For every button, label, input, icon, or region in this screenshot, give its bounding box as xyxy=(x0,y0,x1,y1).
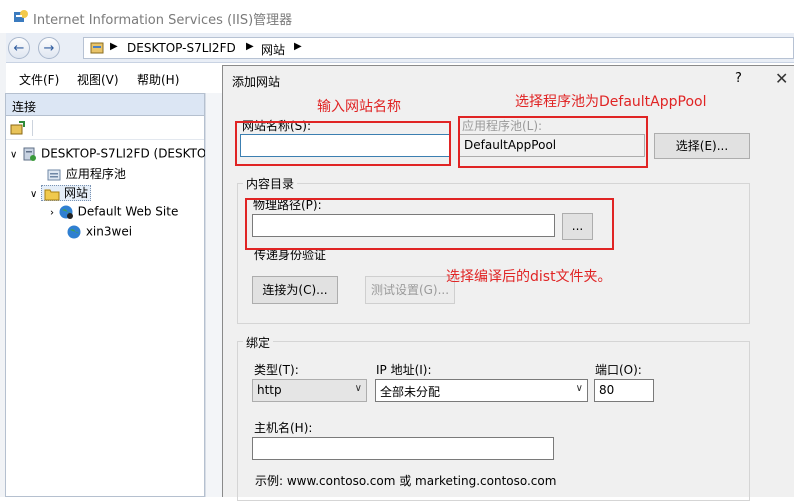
tree-node-default-web-site[interactable]: › Default Web Site xyxy=(50,204,178,220)
tree-label-app-pools: 应用程序池 xyxy=(65,167,126,181)
port-input[interactable]: 80 xyxy=(594,379,654,402)
host-name-input[interactable] xyxy=(252,437,554,460)
site-name-highlight-box xyxy=(235,121,451,166)
window-titlebar: Internet Information Services (IIS)管理器 xyxy=(0,0,794,33)
menu-bar: 文件(F) 视图(V) 帮助(H) xyxy=(0,66,224,90)
content-directory-label: 内容目录 xyxy=(243,175,298,192)
ip-address-dropdown[interactable]: 全部未分配 ∨ xyxy=(375,379,588,402)
ip-address-value: 全部未分配 xyxy=(380,385,441,399)
globe-icon xyxy=(59,205,73,219)
type-value: http xyxy=(257,383,282,397)
tree-label-default-web-site: Default Web Site xyxy=(77,204,179,219)
breadcrumb-sites[interactable]: 网站 xyxy=(261,41,285,58)
tree-node-xin3wei[interactable]: xin3wei xyxy=(66,224,132,240)
arrow-left-icon: ← xyxy=(13,40,25,56)
tree-node-server[interactable]: ∨ DESKTOP-S7LI2FD (DESKTO xyxy=(10,146,206,162)
server-icon xyxy=(23,147,37,161)
app-pool-annotation: 选择程序池为DefaultAppPool xyxy=(515,94,707,110)
breadcrumb-server[interactable]: DESKTOP-S7LI2FD xyxy=(127,41,236,55)
breadcrumb-separator-icon: ▶ xyxy=(294,41,302,52)
connect-as-button[interactable]: 连接为(C)... xyxy=(252,276,338,304)
ip-address-label: IP 地址(I): xyxy=(376,363,432,377)
site-name-annotation: 输入网站名称 xyxy=(317,99,401,115)
type-dropdown[interactable]: http ∨ xyxy=(252,379,367,402)
select-app-pool-button[interactable]: 选择(E)... xyxy=(654,133,750,159)
connections-panel: 连接 ∨ DESKTOP-S7LI2FD (DESKTO 应用程序池 ∨ 网站 … xyxy=(5,93,206,497)
dialog-title: 添加网站 xyxy=(232,75,281,89)
menu-file[interactable]: 文件(F) xyxy=(19,71,59,88)
server-icon xyxy=(90,42,104,54)
chevron-down-icon: ∨ xyxy=(575,383,583,394)
breadcrumb[interactable]: ▶ DESKTOP-S7LI2FD ▶ 网站 ▶ xyxy=(83,37,794,59)
menu-help[interactable]: 帮助(H) xyxy=(137,71,179,88)
expand-chevron-icon: ∨ xyxy=(10,149,18,161)
menu-view[interactable]: 视图(V) xyxy=(77,71,119,88)
tree-node-sites[interactable]: ∨ 网站 xyxy=(30,184,91,202)
forward-button[interactable]: → xyxy=(38,37,60,59)
collapsed-chevron-icon: › xyxy=(50,207,54,219)
help-button[interactable]: ? xyxy=(735,71,742,86)
globe-icon xyxy=(67,225,81,239)
tree-label-server: DESKTOP-S7LI2FD (DESKTO xyxy=(40,146,207,161)
tree-label-xin3wei: xin3wei xyxy=(85,224,133,239)
connections-toolbar xyxy=(6,116,204,140)
tree-selected-item: 网站 xyxy=(41,185,91,201)
app-pool-highlight-box xyxy=(458,116,648,168)
physical-path-annotation: 选择编译后的dist文件夹。 xyxy=(446,269,612,285)
connections-header: 连接 xyxy=(6,94,204,116)
host-name-example: 示例: www.contoso.com 或 marketing.contoso.… xyxy=(255,474,557,488)
close-button[interactable]: ✕ xyxy=(775,69,788,88)
expand-chevron-icon: ∨ xyxy=(30,189,38,200)
breadcrumb-separator-icon: ▶ xyxy=(246,41,254,52)
host-name-label: 主机名(H): xyxy=(254,421,313,435)
back-button[interactable]: ← xyxy=(8,37,30,59)
app-pool-icon xyxy=(47,169,61,180)
folder-icon xyxy=(44,189,60,200)
toolbar-divider xyxy=(32,120,33,136)
iis-logo-icon xyxy=(14,10,28,22)
arrow-right-icon: → xyxy=(43,40,55,56)
physical-path-highlight-box xyxy=(245,198,614,250)
breadcrumb-separator-icon: ▶ xyxy=(110,41,118,52)
tree-label-sites: 网站 xyxy=(63,186,88,200)
test-settings-button: 测试设置(G)... xyxy=(365,276,455,304)
window-title: Internet Information Services (IIS)管理器 xyxy=(33,13,293,28)
chevron-down-icon: ∨ xyxy=(354,383,362,394)
port-label: 端口(O): xyxy=(595,363,642,377)
connect-icon[interactable] xyxy=(10,120,26,136)
binding-label: 绑定 xyxy=(243,334,274,351)
tree-node-app-pools[interactable]: 应用程序池 xyxy=(46,165,126,183)
type-label: 类型(T): xyxy=(254,363,299,377)
